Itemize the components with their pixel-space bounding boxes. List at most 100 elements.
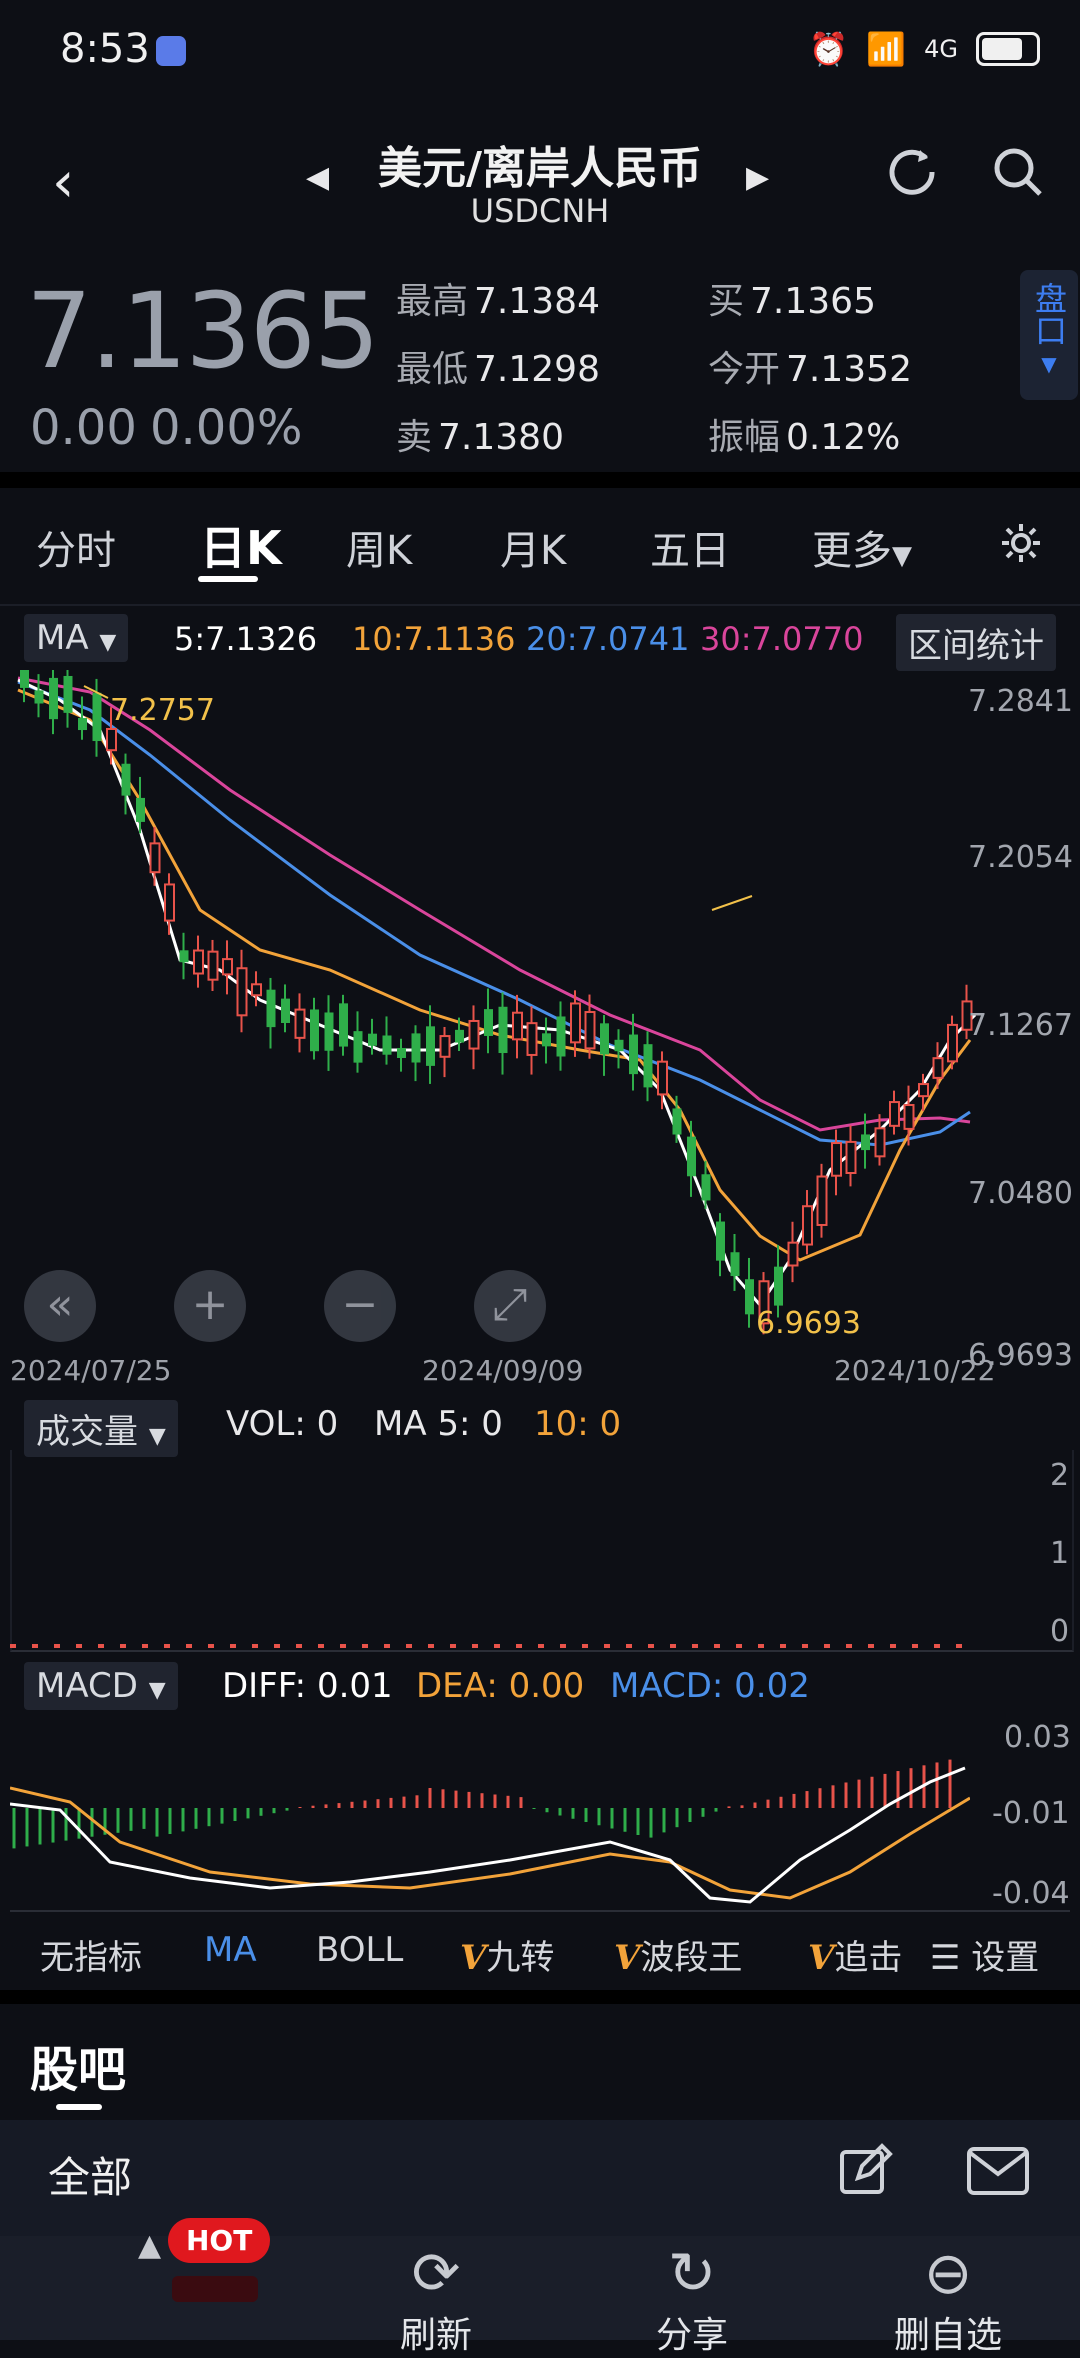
caret-down-icon: ▼ [892, 541, 912, 571]
tab-daily-k[interactable]: 日K [200, 512, 282, 578]
ma20-line [17, 680, 971, 1147]
tab-monthly-k[interactable]: 月K [500, 518, 566, 576]
pankou-button[interactable]: 盘口 ▼ [1020, 270, 1078, 400]
macd-axis-tick: -0.04 [992, 1876, 1070, 1911]
wifi-icon: 📶 [866, 30, 907, 68]
candle [831, 1142, 842, 1177]
header: ‹ ◀ 美元/离岸人民币 USDCNH ▶ [0, 110, 1080, 240]
candle [294, 1008, 306, 1039]
candle [932, 1057, 944, 1079]
candle [816, 1175, 828, 1226]
hot-banner [172, 2276, 258, 2302]
indicator-none[interactable]: 无指标 [40, 1930, 142, 1979]
candle [281, 998, 290, 1024]
filter-all[interactable]: 全部 [48, 2144, 132, 2205]
section-divider [0, 472, 1080, 488]
candle [266, 989, 276, 1028]
vol-value: VOL: 0 [226, 1404, 339, 1444]
candle [310, 1009, 319, 1052]
candle [643, 1044, 653, 1088]
candle [411, 1033, 421, 1063]
refresh-icon[interactable] [880, 140, 944, 208]
candle [92, 692, 102, 742]
remove-watchlist-nav[interactable]: ⊖ 删自选 [858, 2240, 1038, 2358]
candle [222, 958, 233, 976]
tab-intraday[interactable]: 分时 [36, 518, 116, 576]
candle [207, 950, 219, 981]
ma5-line [17, 678, 977, 1308]
candle [629, 1034, 638, 1075]
change-percent: 0.00% [150, 400, 303, 456]
indicator-ma[interactable]: MA [204, 1930, 257, 1970]
min-price-annotation: 6.9693 [756, 1306, 861, 1341]
candle [439, 1035, 451, 1058]
zoom-in-icon[interactable]: + [174, 1270, 246, 1342]
refresh-nav[interactable]: ⟳ 刷新 [346, 2240, 526, 2358]
candle [251, 983, 262, 997]
range-stats-button[interactable]: 区间统计 [896, 614, 1056, 671]
vol-axis-tick: 1 [1050, 1536, 1070, 1571]
edit-icon[interactable] [836, 2142, 894, 2204]
message-icon[interactable] [966, 2146, 1030, 2200]
candle [918, 1083, 929, 1098]
open-row: 今开 7.1352 [708, 349, 912, 390]
candle [903, 1104, 915, 1130]
rewind-icon[interactable]: « [24, 1270, 96, 1342]
macd-axis-tick: -0.01 [992, 1796, 1070, 1831]
indicator-boll[interactable]: BOLL [316, 1930, 403, 1970]
indicator-wave-king[interactable]: V波段王 [614, 1930, 742, 1979]
tab-five-day[interactable]: 五日 [650, 518, 730, 576]
vol-axis-tick: 0 [1050, 1614, 1070, 1649]
kline-chart[interactable]: 7.2757 6.9693 [0, 670, 1080, 1390]
candle [49, 677, 58, 720]
next-symbol-icon[interactable]: ▶ [746, 160, 769, 195]
candle [149, 842, 161, 874]
gear-icon[interactable] [998, 520, 1044, 570]
guba-underline [56, 2104, 102, 2110]
candle [570, 1002, 581, 1044]
hot-badge[interactable]: HOT [168, 2218, 271, 2263]
candle [730, 1252, 740, 1277]
y-axis-tick: 7.1267 [968, 1008, 1073, 1043]
macd-axis-tick: 0.03 [1004, 1720, 1071, 1755]
candle [20, 670, 29, 688]
candle [339, 1003, 348, 1047]
ma-selector[interactable]: MA ▼ [24, 614, 129, 662]
caret-down-icon: ▼ [99, 630, 117, 655]
indicator-nine-turn[interactable]: V九转 [460, 1930, 554, 1979]
share-icon: ↻ [667, 2239, 717, 2307]
candle [947, 1023, 958, 1063]
active-tab-indicator [198, 576, 258, 582]
volume-selector[interactable]: 成交量 ▼ [24, 1400, 178, 1457]
ma30-value: 30:7.0770 [700, 620, 864, 658]
candle [716, 1221, 725, 1261]
high-row: 最高 7.1384 [396, 281, 600, 322]
amplitude-row: 振幅 0.12% [708, 417, 901, 458]
indicator-chase[interactable]: V追击 [808, 1930, 918, 1979]
status-time: 8:53 [60, 26, 150, 72]
candle [136, 797, 145, 822]
fullscreen-icon[interactable]: ⤢ [474, 1270, 546, 1342]
indicator-settings[interactable]: ☰ 设置 [930, 1930, 1039, 1979]
tab-weekly-k[interactable]: 周K [346, 518, 412, 576]
vol-axis-tick: 2 [1050, 1458, 1070, 1493]
zoom-out-icon[interactable]: − [324, 1270, 396, 1342]
ma30-line [17, 676, 971, 1132]
alarm-icon: ⏰ [808, 30, 849, 68]
candle [121, 763, 131, 796]
candle [526, 1022, 538, 1056]
candle [542, 1033, 551, 1047]
music-app-icon [156, 36, 186, 66]
macd-selector[interactable]: MACD ▼ [24, 1662, 178, 1710]
battery-icon [976, 32, 1040, 66]
candle [484, 1009, 493, 1036]
search-icon[interactable] [990, 144, 1046, 204]
macd-value: MACD: 0.02 [610, 1666, 810, 1706]
caret-down-icon: ▼ [148, 1424, 166, 1449]
tab-more[interactable]: 更多▼ [812, 518, 912, 576]
candle [468, 1019, 480, 1050]
guba-title[interactable]: 股吧 [30, 2030, 126, 2100]
share-nav[interactable]: ↻ 分享 [602, 2240, 782, 2358]
candle [455, 1029, 464, 1043]
buy-row: 买 7.1365 [708, 281, 876, 322]
